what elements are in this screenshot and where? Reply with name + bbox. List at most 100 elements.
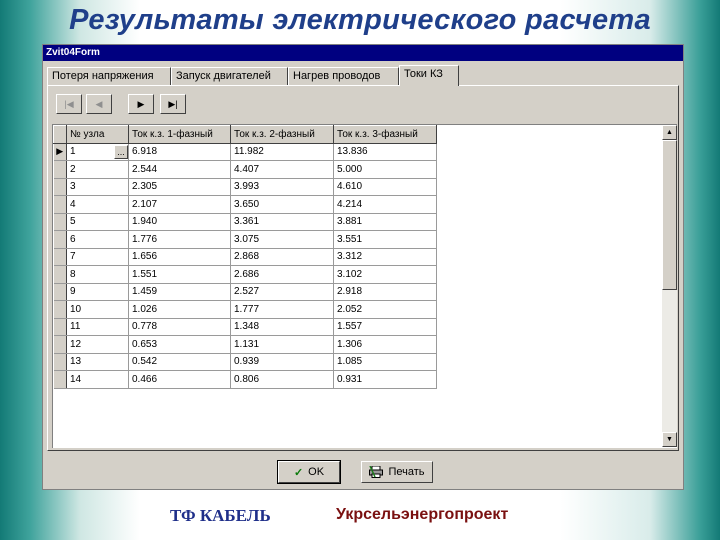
cell-3phase[interactable]: 4.610 [333, 178, 437, 196]
nav-prior-button[interactable]: ◀ [86, 94, 112, 114]
column-header-node[interactable]: № узла [66, 125, 129, 144]
cell-1phase[interactable]: 1.656 [128, 248, 231, 266]
print-label: Печать [388, 466, 425, 478]
row-indicator [53, 248, 67, 266]
cell-2phase[interactable]: 3.075 [230, 230, 334, 249]
nav-last-button[interactable]: ▶| [160, 94, 186, 114]
table-row[interactable]: 3 2.305 3.993 4.610 [53, 178, 437, 196]
cell-2phase[interactable]: 1.777 [230, 300, 334, 319]
cell-3phase[interactable]: 1.085 [333, 353, 437, 371]
slide-title: Результаты электрического расчета [69, 4, 651, 36]
scroll-up-icon[interactable]: ▲ [662, 125, 677, 140]
cell-3phase[interactable]: 2.052 [333, 300, 437, 319]
cell-1phase[interactable]: 1.026 [128, 300, 231, 319]
table-row[interactable]: 5 1.940 3.361 3.881 [53, 213, 437, 231]
cell-2phase[interactable]: 3.993 [230, 178, 334, 196]
cell-node[interactable]: 13 [66, 353, 129, 371]
column-header-1phase[interactable]: Ток к.з. 1-фазный [128, 125, 231, 144]
scroll-thumb[interactable] [662, 140, 677, 290]
table-row[interactable]: 4 2.107 3.650 4.214 [53, 195, 437, 214]
cell-3phase[interactable]: 3.102 [333, 265, 437, 284]
cell-node[interactable]: 14 [66, 370, 129, 389]
cell-1phase[interactable]: 0.466 [128, 370, 231, 389]
cell-node[interactable]: 9 [66, 283, 129, 301]
table-row[interactable]: 11 0.778 1.348 1.557 [53, 318, 437, 336]
cell-1phase[interactable]: 2.305 [128, 178, 231, 196]
cell-node[interactable]: 10 [66, 300, 129, 319]
table-row[interactable]: ▶ 1... 6.918 11.982 13.836 [53, 143, 437, 161]
cell-2phase[interactable]: 2.686 [230, 265, 334, 284]
vertical-scrollbar[interactable]: ▲ ▼ [662, 125, 677, 447]
table-row[interactable]: 14 0.466 0.806 0.931 [53, 370, 437, 389]
cell-node[interactable]: 6 [66, 230, 129, 249]
table-row[interactable]: 13 0.542 0.939 1.085 [53, 353, 437, 371]
print-button[interactable]: Печать [361, 461, 433, 483]
tab-wire-heating[interactable]: Нагрев проводов [288, 67, 399, 85]
cell-2phase[interactable]: 3.650 [230, 195, 334, 214]
column-header-2phase[interactable]: Ток к.з. 2-фазный [230, 125, 334, 144]
table-row[interactable]: 7 1.656 2.868 3.312 [53, 248, 437, 266]
ok-button[interactable]: ✓ OK [277, 460, 341, 484]
cell-3phase[interactable]: 4.214 [333, 195, 437, 214]
cell-1phase[interactable]: 1.551 [128, 265, 231, 284]
cell-node[interactable]: 8 [66, 265, 129, 284]
cell-3phase[interactable]: 5.000 [333, 160, 437, 179]
cell-2phase[interactable]: 0.939 [230, 353, 334, 371]
cell-3phase[interactable]: 13.836 [333, 143, 437, 161]
ok-label: OK [308, 466, 325, 478]
cell-3phase[interactable]: 3.312 [333, 248, 437, 266]
table-row[interactable]: 8 1.551 2.686 3.102 [53, 265, 437, 284]
cell-2phase[interactable]: 2.527 [230, 283, 334, 301]
table-row[interactable]: 6 1.776 3.075 3.551 [53, 230, 437, 249]
cell-3phase[interactable]: 3.551 [333, 230, 437, 249]
cell-node[interactable]: 4 [66, 195, 129, 214]
table-row[interactable]: 2 2.544 4.407 5.000 [53, 160, 437, 179]
cell-3phase[interactable]: 1.306 [333, 335, 437, 354]
cell-1phase[interactable]: 0.653 [128, 335, 231, 354]
cell-1phase[interactable]: 0.542 [128, 353, 231, 371]
table-row[interactable]: 12 0.653 1.131 1.306 [53, 335, 437, 354]
cell-node[interactable]: 7 [66, 248, 129, 266]
cell-3phase[interactable]: 3.881 [333, 213, 437, 231]
cell-1phase[interactable]: 1.940 [128, 213, 231, 231]
cell-2phase[interactable]: 0.806 [230, 370, 334, 389]
footer-company-right: Укрсельэнергопроект [336, 506, 509, 523]
cell-2phase[interactable]: 11.982 [230, 143, 334, 161]
cell-node[interactable]: 2 [66, 160, 129, 179]
cell-1phase[interactable]: 2.544 [128, 160, 231, 179]
cell-2phase[interactable]: 2.868 [230, 248, 334, 266]
results-grid[interactable]: № узла Ток к.з. 1-фазный Ток к.з. 2-фазн… [52, 124, 677, 448]
cell-3phase[interactable]: 1.557 [333, 318, 437, 336]
scroll-down-icon[interactable]: ▼ [662, 432, 677, 447]
table-row[interactable]: 10 1.026 1.777 2.052 [53, 300, 437, 319]
cell-1phase[interactable]: 1.459 [128, 283, 231, 301]
tab-voltage-drop[interactable]: Потеря напряжения [47, 67, 171, 85]
cell-1phase[interactable]: 2.107 [128, 195, 231, 214]
ellipsis-button[interactable]: ... [114, 144, 128, 159]
cell-1phase[interactable]: 1.776 [128, 230, 231, 249]
cell-1phase[interactable]: 0.778 [128, 318, 231, 336]
cell-2phase[interactable]: 1.348 [230, 318, 334, 336]
row-indicator [53, 265, 67, 284]
cell-node[interactable]: 12 [66, 335, 129, 354]
tab-motor-start[interactable]: Запуск двигателей [171, 67, 288, 85]
cell-2phase[interactable]: 1.131 [230, 335, 334, 354]
cell-node[interactable]: 11 [66, 318, 129, 336]
column-header-3phase[interactable]: Ток к.з. 3-фазный [333, 125, 437, 144]
row-indicator [53, 370, 67, 389]
nav-next-button[interactable]: ▶ [128, 94, 154, 114]
nav-first-button[interactable]: |◀ [56, 94, 82, 114]
cell-3phase[interactable]: 2.918 [333, 283, 437, 301]
cell-node[interactable]: 1... [66, 143, 129, 161]
next-record-icon: ▶ [137, 98, 145, 109]
cell-2phase[interactable]: 4.407 [230, 160, 334, 179]
row-indicator: ▶ [53, 143, 67, 161]
tab-short-circuit[interactable]: Токи КЗ [399, 65, 459, 86]
cell-3phase[interactable]: 0.931 [333, 370, 437, 389]
cell-node[interactable]: 3 [66, 178, 129, 196]
cell-1phase[interactable]: 6.918 [128, 143, 231, 161]
cell-node[interactable]: 5 [66, 213, 129, 231]
row-indicator [53, 283, 67, 301]
cell-2phase[interactable]: 3.361 [230, 213, 334, 231]
table-row[interactable]: 9 1.459 2.527 2.918 [53, 283, 437, 301]
